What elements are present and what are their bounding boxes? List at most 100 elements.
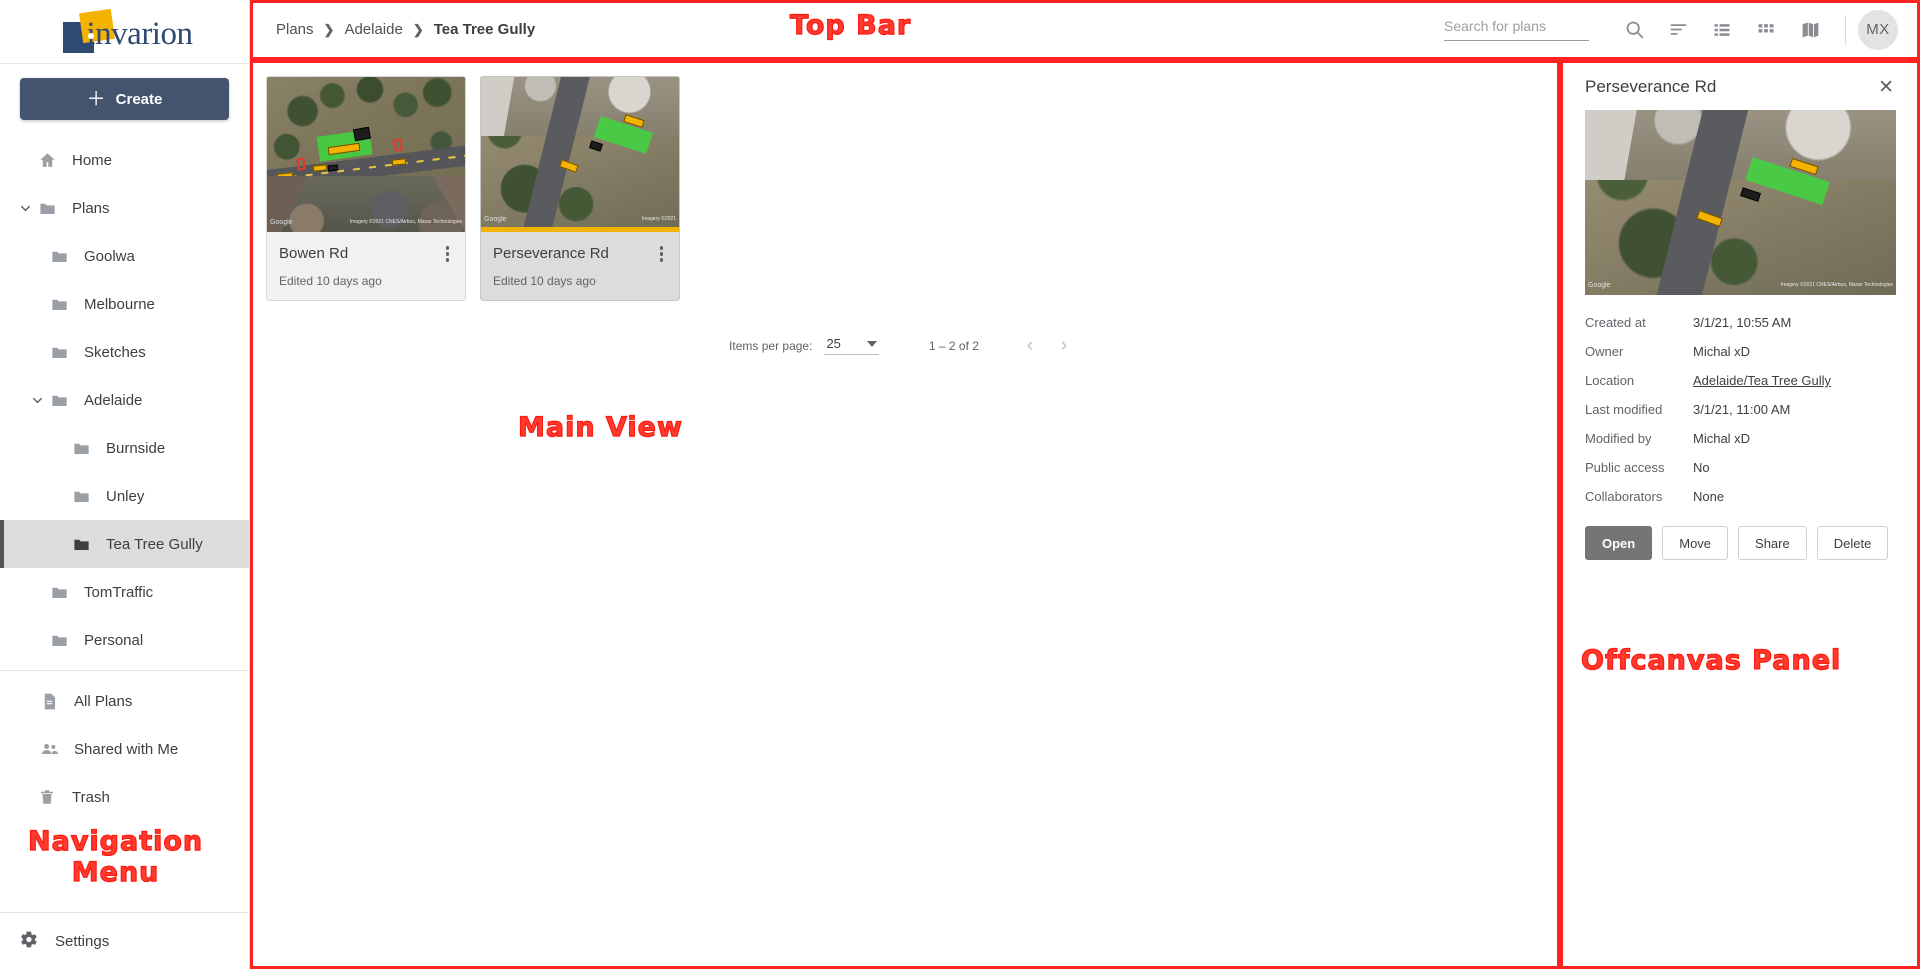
folder-icon (72, 439, 100, 458)
metadata-row: Collaborators None (1585, 489, 1896, 504)
folder-icon (50, 295, 78, 314)
sidebar-item-label: Trash (72, 788, 110, 806)
sidebar-item-burnside[interactable]: Burnside (0, 424, 249, 472)
move-button[interactable]: Move (1662, 526, 1729, 560)
grid-view-icon[interactable] (1747, 11, 1785, 49)
plan-card-title: Bowen Rd (279, 245, 349, 263)
divider (0, 670, 249, 671)
metadata-value: 3/1/21, 11:00 AM (1693, 402, 1791, 417)
annotation-top-bar: Top Bar (789, 9, 912, 41)
sidebar-item-trash[interactable]: Trash (0, 773, 249, 821)
close-icon[interactable]: ✕ (1876, 74, 1896, 101)
sidebar-item-label: Settings (55, 932, 110, 950)
folder-icon (38, 199, 66, 218)
breadcrumb-item-plans[interactable]: Plans (276, 21, 314, 38)
sidebar-item-goolwa[interactable]: Goolwa (0, 232, 249, 280)
create-button-wrapper: ＋ Create (0, 64, 249, 130)
trash-icon (38, 788, 66, 806)
pagination-range: 1 – 2 of 2 (928, 338, 979, 353)
sidebar-item-tea-tree-gully[interactable]: Tea Tree Gully (0, 520, 249, 568)
metadata-row: Modified by Michal xD (1585, 431, 1896, 446)
list-view-icon[interactable] (1703, 11, 1741, 49)
sidebar-item-tomtraffic[interactable]: TomTraffic (0, 568, 249, 616)
plan-card-body: Bowen Rd Edited 10 days ago (267, 232, 465, 300)
chevron-down-icon[interactable] (24, 393, 50, 408)
sidebar-item-label: TomTraffic (84, 583, 154, 601)
breadcrumb-item-tea-tree-gully[interactable]: Tea Tree Gully (434, 21, 535, 38)
open-button[interactable]: Open (1585, 526, 1653, 560)
metadata-key: Last modified (1585, 402, 1663, 417)
metadata-key: Location (1585, 373, 1635, 388)
sidebar-item-personal[interactable]: Personal (0, 616, 249, 664)
metadata-row: Last modified 3/1/21, 11:00 AM (1585, 402, 1896, 417)
share-button[interactable]: Share (1738, 526, 1807, 560)
sidebar-item-label: Burnside (106, 439, 166, 457)
metadata-value: Michal xD (1693, 344, 1751, 359)
search-icon[interactable] (1615, 11, 1653, 49)
sort-icon[interactable] (1659, 11, 1697, 49)
offcanvas-actions: Open Move Share Delete (1585, 526, 1896, 560)
map-attribution: Google Imagery ©2021 CNES/Airbus, Maxar T… (1588, 281, 1893, 289)
chevron-right-icon: ❯ (412, 21, 424, 37)
items-per-page-label: Items per page: (729, 338, 813, 353)
navigation-menu: invarion ＋ Create Home Plans Goolwa Melb… (0, 0, 250, 969)
folder-icon (50, 583, 78, 602)
divider (1845, 14, 1846, 45)
sidebar-item-unley[interactable]: Unley (0, 472, 249, 520)
metadata-key: Created at (1585, 315, 1646, 330)
map-view-icon[interactable] (1791, 11, 1829, 49)
sidebar-nav: Home Plans Goolwa Melbourne Sketches Ade… (0, 130, 249, 912)
folder-icon (50, 343, 78, 362)
sidebar-item-label: Shared with Me (74, 740, 179, 758)
people-icon (40, 739, 68, 759)
plan-card-subtitle: Edited 10 days ago (493, 273, 596, 288)
sidebar-item-shared-with-me[interactable]: Shared with Me (0, 725, 249, 773)
avatar[interactable]: MX (1858, 9, 1898, 50)
items-per-page-value: 25 (826, 336, 841, 351)
metadata-key: Collaborators (1585, 489, 1663, 504)
plan-card-grid: Google Imagery ©2021 CNES/Airbus, Maxar T… (250, 60, 1560, 301)
metadata-key: Owner (1585, 344, 1624, 359)
create-button-label: Create (115, 90, 163, 108)
sidebar-footer: Settings (0, 912, 249, 969)
content-row: Google Imagery ©2021 CNES/Airbus, Maxar T… (250, 60, 1920, 969)
sidebar-item-melbourne[interactable]: Melbourne (0, 280, 249, 328)
metadata-row: Owner Michal xD (1585, 344, 1896, 359)
main-view: Google Imagery ©2021 CNES/Airbus, Maxar T… (250, 60, 1560, 969)
more-options-icon[interactable] (442, 242, 454, 266)
sidebar-item-settings[interactable]: Settings (0, 913, 249, 969)
sidebar-item-label: Goolwa (84, 247, 135, 265)
sidebar-item-label: Home (72, 151, 113, 169)
metadata-value: None (1693, 489, 1725, 504)
selected-indicator-bar (481, 227, 679, 232)
more-options-icon[interactable] (656, 242, 668, 266)
offcanvas-metadata: Created at 3/1/21, 10:55 AM Owner Michal… (1585, 315, 1896, 504)
delete-button[interactable]: Delete (1816, 526, 1889, 560)
metadata-value: Michal xD (1693, 431, 1751, 446)
search-box (1444, 18, 1589, 41)
next-page-button[interactable]: › (1047, 329, 1081, 363)
chevron-down-icon[interactable] (12, 201, 38, 216)
create-button[interactable]: ＋ Create (20, 78, 229, 120)
sidebar-item-label: Melbourne (84, 295, 155, 313)
folder-icon (50, 247, 78, 266)
sidebar-item-all-plans[interactable]: All Plans (0, 677, 249, 725)
plan-thumbnail: Google Imagery ©2021 CNES/Airbus, Maxar T… (267, 77, 465, 232)
plan-card[interactable]: Google Imagery ©2021 CNES/Airbus, Maxar T… (266, 76, 466, 301)
sidebar-item-home[interactable]: Home (0, 136, 249, 184)
sidebar-item-label: Sketches (84, 343, 146, 361)
sidebar-item-sketches[interactable]: Sketches (0, 328, 249, 376)
plan-card[interactable]: Google Imagery ©2021 Perseverance Rd Edit… (480, 76, 680, 301)
brand-logo[interactable]: invarion (0, 0, 249, 64)
metadata-key: Public access (1585, 460, 1665, 475)
sidebar-item-plans[interactable]: Plans (0, 184, 249, 232)
breadcrumb-item-adelaide[interactable]: Adelaide (344, 21, 402, 38)
search-input[interactable] (1444, 18, 1589, 34)
metadata-location-link[interactable]: Adelaide/Tea Tree Gully (1693, 373, 1831, 388)
sidebar-item-label: Adelaide (84, 391, 143, 409)
items-per-page-select[interactable]: 25 (824, 336, 879, 355)
plan-card-title: Perseverance Rd (493, 245, 609, 263)
sidebar-item-adelaide[interactable]: Adelaide (0, 376, 249, 424)
plus-icon: ＋ (86, 88, 106, 110)
previous-page-button[interactable]: ‹ (1013, 329, 1047, 363)
